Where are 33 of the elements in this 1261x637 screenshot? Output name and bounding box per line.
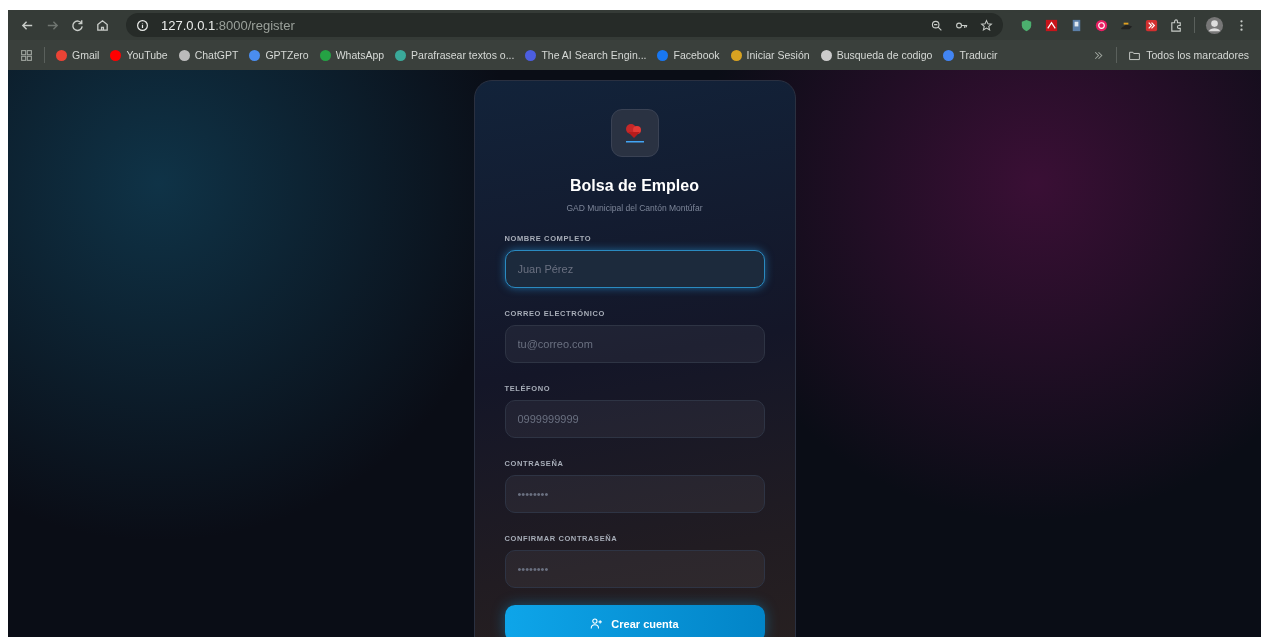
address-bar[interactable]: 127.0.0.1:8000/register xyxy=(126,13,1003,37)
puzzle-icon[interactable] xyxy=(1169,17,1184,33)
extension-icon[interactable] xyxy=(1094,17,1109,33)
input-field[interactable]: 0999999999 xyxy=(504,400,765,438)
input-field[interactable]: •••••••• xyxy=(504,475,765,513)
zoom-icon[interactable] xyxy=(930,18,943,32)
bookmark-link[interactable]: Parafrasear textos o... xyxy=(395,49,515,61)
bookmark-link[interactable]: ChatGPT xyxy=(178,49,239,61)
input-field[interactable]: tu@correo.com xyxy=(504,325,765,363)
card-subtitle: GAD Municipal del Cantón Montúfar xyxy=(566,203,703,213)
bookmark-link[interactable]: Busqueda de codigo xyxy=(820,49,933,61)
bookmark-link[interactable]: YouTube xyxy=(110,49,168,61)
info-icon[interactable] xyxy=(136,18,149,32)
shield-icon[interactable] xyxy=(1019,17,1034,33)
bookmark-link[interactable]: Facebook xyxy=(657,49,720,61)
bookmark-link[interactable]: Iniciar Sesión xyxy=(730,49,810,61)
bookmark-link[interactable]: Gmail xyxy=(56,49,100,61)
bookmark-link[interactable]: The AI Search Engin... xyxy=(525,49,647,61)
input-field[interactable]: Juan Pérez xyxy=(504,250,765,288)
apps-grid-icon[interactable] xyxy=(20,48,33,62)
extension-icon[interactable] xyxy=(1144,17,1159,33)
all-bookmarks-link[interactable]: Todos los marcadores xyxy=(1128,48,1249,62)
avatar-icon[interactable] xyxy=(1205,15,1224,35)
bookmark-link[interactable]: Traducir xyxy=(943,49,998,61)
bookmark-link[interactable]: GPTZero xyxy=(249,49,309,61)
star-icon[interactable] xyxy=(980,18,993,32)
bookmark-link[interactable]: WhatsApp xyxy=(319,49,385,61)
card-title: Bolsa de Empleo xyxy=(570,177,699,195)
reload-icon[interactable] xyxy=(70,17,85,33)
input-field[interactable]: •••••••• xyxy=(504,550,765,588)
logo-icon xyxy=(610,109,659,157)
add-user-icon xyxy=(590,617,604,630)
home-icon[interactable] xyxy=(95,17,110,33)
